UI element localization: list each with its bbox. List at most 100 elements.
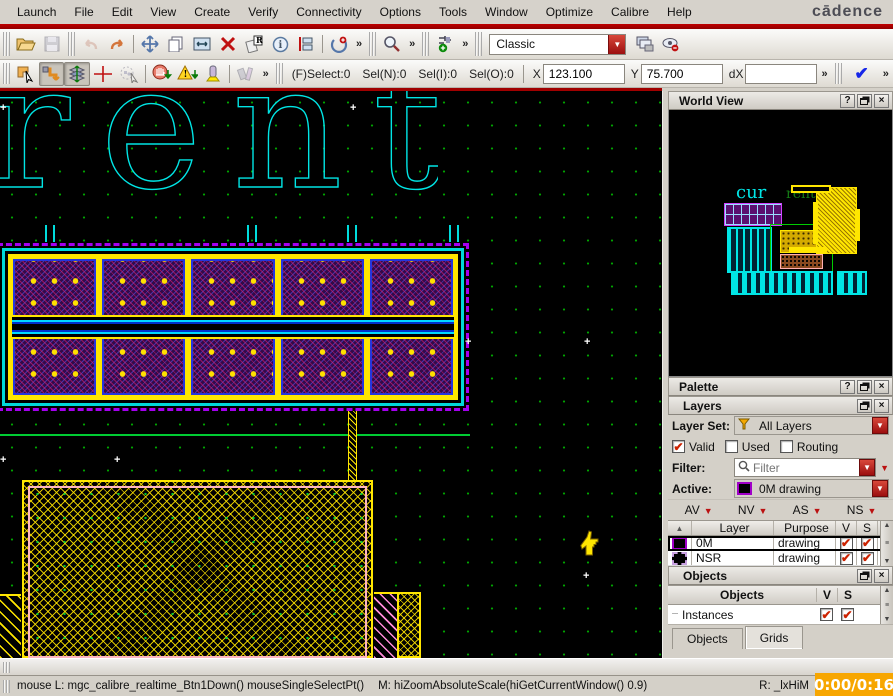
combo-dropdown-icon[interactable]: ▼ [872,417,888,434]
layer-visible-checkbox[interactable]: ✔ [839,551,853,565]
menu-optimize[interactable]: Optimize [537,2,602,22]
warning-icon[interactable]: ! [174,62,200,86]
layer-column-header[interactable]: Layer [692,521,774,535]
save-icon[interactable] [39,32,65,56]
layer-row-nsr[interactable]: NSR drawing ✔ ✔ [668,551,893,566]
filter-input[interactable] [753,460,860,475]
layer-stack-icon[interactable] [64,61,91,86]
menu-file[interactable]: File [65,2,102,22]
statusbar-grip[interactable] [3,679,10,693]
as-toggle[interactable]: AS ▼ [793,503,822,517]
menu-verify[interactable]: Verify [239,2,287,22]
layers-header[interactable]: Layers × [668,396,893,415]
objects-row-instances[interactable]: ┄ Instances ✔ ✔ [668,605,893,624]
scrollbar-grip[interactable] [3,661,10,673]
toolbar-grip[interactable] [422,32,430,56]
s-column-header[interactable]: S [837,588,858,602]
properties-icon[interactable]: R [241,32,267,56]
float-icon[interactable] [857,568,872,583]
redo-icon[interactable] [104,32,130,56]
menu-help[interactable]: Help [658,2,701,22]
world-view-canvas[interactable]: rent cur [668,110,893,377]
close-icon[interactable]: × [874,568,889,583]
help-icon[interactable]: ? [840,379,855,394]
toolbar-overflow[interactable]: » [458,38,472,50]
visibility-off-icon[interactable] [658,32,684,56]
float-icon[interactable] [857,93,872,108]
help-icon[interactable]: ? [840,93,855,108]
toolbar-overflow[interactable]: » [352,38,366,50]
layers-table-scrollbar[interactable]: ▲ ≡ ▼ [880,521,893,566]
toolbar-grip[interactable] [3,32,10,56]
layer-set-combo[interactable]: All Layers ▼ [734,416,889,435]
toolbar-overflow[interactable]: » [405,38,419,50]
x-coord-input[interactable] [542,63,625,84]
left-hatched-strip[interactable] [0,594,21,658]
tab-objects[interactable]: Objects [672,628,743,649]
horizontal-scrollbar[interactable] [0,658,893,675]
toolbar-grip[interactable] [68,32,75,56]
dx-coord-input[interactable] [745,63,818,84]
array-cell[interactable] [191,330,275,395]
menu-window[interactable]: Window [476,2,537,22]
menu-create[interactable]: Create [185,2,239,22]
toolbar-grip[interactable] [3,62,10,85]
layer-select-checkbox[interactable]: ✔ [860,551,874,565]
objects-panel-header[interactable]: Objects × [668,566,893,585]
av-toggle[interactable]: AV ▼ [685,503,713,517]
workspace-combo[interactable]: Classic ▼ [489,33,627,55]
toolbar-overflow[interactable]: » [817,68,831,80]
yellow-hatched-strip[interactable] [397,592,421,658]
menu-tools[interactable]: Tools [430,2,476,22]
apply-check-icon[interactable]: ✔ [855,64,869,84]
move-icon[interactable] [137,32,163,56]
array-cell[interactable] [102,330,186,395]
float-icon[interactable] [857,398,872,413]
objects-table-header[interactable]: Objects V S [668,586,893,605]
palette-header[interactable]: Palette ? × [668,377,893,396]
close-icon[interactable]: × [874,379,889,394]
toolbar-grip[interactable] [275,62,283,85]
layer-select-checkbox[interactable]: ✔ [860,536,874,550]
used-checkbox[interactable] [724,440,738,453]
toolbar-overflow[interactable]: » [259,68,273,80]
zoom-icon[interactable] [379,32,405,56]
y-coord-input[interactable] [640,63,723,84]
copy-icon[interactable] [163,32,189,56]
menu-connectivity[interactable]: Connectivity [287,2,370,22]
pink-hatched-strip[interactable] [374,592,397,658]
toolbar-grip[interactable] [834,62,842,85]
toolbar-grip[interactable] [369,32,377,56]
menu-edit[interactable]: Edit [103,2,142,22]
hatched-capacitor-region[interactable] [22,480,373,658]
descend-add-icon[interactable] [432,32,458,56]
close-icon[interactable]: × [874,93,889,108]
stop-hand-icon[interactable] [149,62,175,86]
tree-icon[interactable] [293,32,319,56]
lamp-icon[interactable] [200,62,226,86]
tab-grids[interactable]: Grids [744,626,804,649]
purpose-column-header[interactable]: Purpose [774,521,836,535]
open-folder-icon[interactable] [13,32,39,56]
layer-row-0m[interactable]: 0M drawing ✔ ✔ [668,536,893,551]
layer-visible-checkbox[interactable]: ✔ [839,536,853,550]
array-cell[interactable] [369,330,453,395]
sort-column[interactable]: ▲ [668,521,692,535]
layout-canvas[interactable]: rent + + + + + + + [0,91,662,658]
toolbar-overflow[interactable]: » [879,68,893,80]
partial-select-icon[interactable] [13,62,39,86]
v-column-header[interactable]: V [816,588,837,602]
nv-toggle[interactable]: NV ▼ [738,503,768,517]
layers-window-icon[interactable] [632,32,658,56]
array-cell[interactable] [280,330,364,395]
route-icon[interactable] [38,61,65,86]
objects-column-header[interactable]: Objects [668,588,816,602]
refresh-add-icon[interactable] [326,32,352,56]
lasso-select-icon[interactable] [116,62,142,86]
routing-checkbox[interactable] [779,440,793,453]
instances-select-checkbox[interactable]: ✔ [841,608,854,621]
crosshair-icon[interactable] [90,62,116,86]
valid-checkbox[interactable]: ✔ [672,440,685,453]
stretch-icon[interactable] [189,32,215,56]
world-view-header[interactable]: World View ? × [668,91,893,110]
